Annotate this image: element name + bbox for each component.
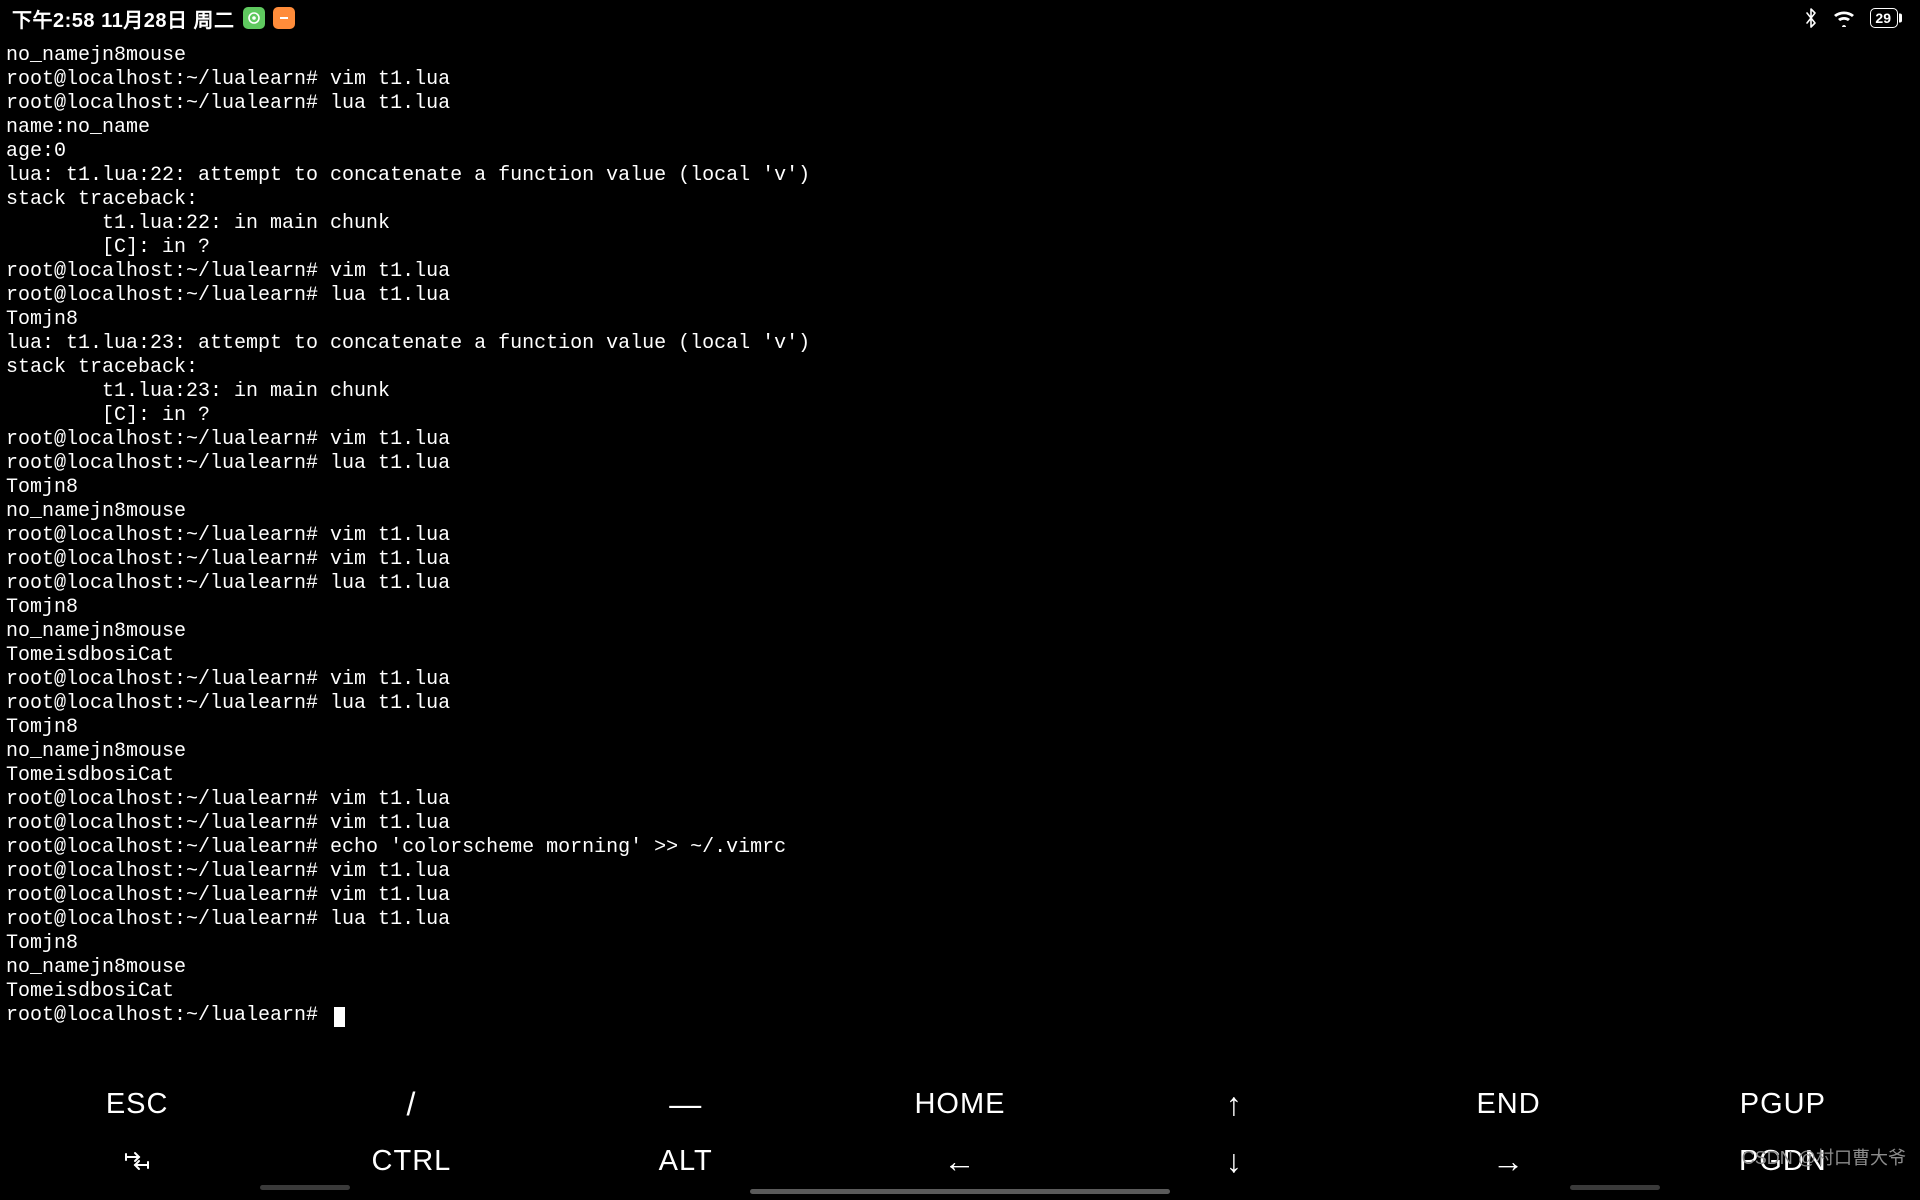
home-indicator[interactable] <box>750 1189 1170 1194</box>
terminal-prompt[interactable]: root@localhost:~/lualearn# <box>6 1004 1914 1028</box>
key-down[interactable]: ↓ <box>1097 1145 1371 1178</box>
terminal-line: name:no_name <box>6 116 1914 140</box>
key-left[interactable]: ← <box>823 1145 1097 1178</box>
terminal-line: root@localhost:~/lualearn# lua t1.lua <box>6 572 1914 596</box>
terminal-line: [C]: in ? <box>6 236 1914 260</box>
terminal-line: no_namejn8mouse <box>6 500 1914 524</box>
bluetooth-icon <box>1804 7 1818 29</box>
terminal-line: lua: t1.lua:23: attempt to concatenate a… <box>6 332 1914 356</box>
key-alt[interactable]: ALT <box>549 1145 823 1178</box>
terminal-line: root@localhost:~/lualearn# vim t1.lua <box>6 68 1914 92</box>
terminal-line: TomeisdbosiCat <box>6 764 1914 788</box>
app-badge-1-icon <box>243 7 265 29</box>
terminal-line: root@localhost:~/lualearn# lua t1.lua <box>6 92 1914 116</box>
key-esc[interactable]: ESC <box>0 1088 274 1121</box>
terminal-line: root@localhost:~/lualearn# vim t1.lua <box>6 668 1914 692</box>
terminal-line: no_namejn8mouse <box>6 620 1914 644</box>
terminal-line: no_namejn8mouse <box>6 44 1914 68</box>
terminal-line: Tomjn8 <box>6 932 1914 956</box>
terminal-line: root@localhost:~/lualearn# vim t1.lua <box>6 428 1914 452</box>
terminal-line: stack traceback: <box>6 188 1914 212</box>
accessory-keyboard: ESC / — HOME ↑ END PGUP CTRL ALT ← ↓ → P… <box>0 1062 1920 1200</box>
terminal-line: TomeisdbosiCat <box>6 980 1914 1004</box>
terminal-line: root@localhost:~/lualearn# vim t1.lua <box>6 812 1914 836</box>
terminal-line: TomeisdbosiCat <box>6 644 1914 668</box>
terminal-line: no_namejn8mouse <box>6 740 1914 764</box>
terminal-line: root@localhost:~/lualearn# echo 'colorsc… <box>6 836 1914 860</box>
battery-level: 29 <box>1875 10 1891 26</box>
terminal-line: t1.lua:22: in main chunk <box>6 212 1914 236</box>
key-pgup[interactable]: PGUP <box>1646 1088 1920 1121</box>
keyboard-row-2: CTRL ALT ← ↓ → PGDN <box>0 1133 1920 1190</box>
terminal-line: root@localhost:~/lualearn# vim t1.lua <box>6 884 1914 908</box>
battery-indicator: 29 <box>1870 8 1898 28</box>
cursor-icon <box>334 1007 345 1027</box>
terminal-output[interactable]: no_namejn8mouseroot@localhost:~/lualearn… <box>0 36 1920 1028</box>
wifi-icon <box>1832 9 1856 27</box>
terminal-line: stack traceback: <box>6 356 1914 380</box>
keyboard-row-1: ESC / — HOME ↑ END PGUP <box>0 1076 1920 1133</box>
terminal-line: Tomjn8 <box>6 716 1914 740</box>
key-right[interactable]: → <box>1371 1145 1645 1178</box>
terminal-line: root@localhost:~/lualearn# lua t1.lua <box>6 692 1914 716</box>
watermark: CSDN @村口曹大爷 <box>1742 1144 1906 1170</box>
key-home[interactable]: HOME <box>823 1088 1097 1121</box>
key-tab[interactable] <box>0 1145 274 1178</box>
terminal-line: root@localhost:~/lualearn# vim t1.lua <box>6 260 1914 284</box>
terminal-line: [C]: in ? <box>6 404 1914 428</box>
key-up[interactable]: ↑ <box>1097 1088 1371 1121</box>
terminal-line: Tomjn8 <box>6 476 1914 500</box>
terminal-line: root@localhost:~/lualearn# lua t1.lua <box>6 284 1914 308</box>
status-time: 下午2:58 11月28日 周二 <box>12 4 235 33</box>
terminal-line: root@localhost:~/lualearn# lua t1.lua <box>6 908 1914 932</box>
key-slash[interactable]: / <box>274 1088 548 1121</box>
terminal-line: t1.lua:23: in main chunk <box>6 380 1914 404</box>
terminal-line: root@localhost:~/lualearn# vim t1.lua <box>6 788 1914 812</box>
terminal-line: Tomjn8 <box>6 308 1914 332</box>
terminal-line: root@localhost:~/lualearn# lua t1.lua <box>6 452 1914 476</box>
key-dash[interactable]: — <box>549 1088 823 1121</box>
key-ctrl[interactable]: CTRL <box>274 1145 548 1178</box>
app-badge-2-icon <box>273 7 295 29</box>
terminal-line: root@localhost:~/lualearn# vim t1.lua <box>6 548 1914 572</box>
status-bar: 下午2:58 11月28日 周二 29 <box>0 0 1920 36</box>
terminal-line: no_namejn8mouse <box>6 956 1914 980</box>
terminal-line: lua: t1.lua:22: attempt to concatenate a… <box>6 164 1914 188</box>
terminal-line: age:0 <box>6 140 1914 164</box>
key-end[interactable]: END <box>1371 1088 1645 1121</box>
terminal-line: root@localhost:~/lualearn# vim t1.lua <box>6 860 1914 884</box>
terminal-line: Tomjn8 <box>6 596 1914 620</box>
terminal-line: root@localhost:~/lualearn# vim t1.lua <box>6 524 1914 548</box>
